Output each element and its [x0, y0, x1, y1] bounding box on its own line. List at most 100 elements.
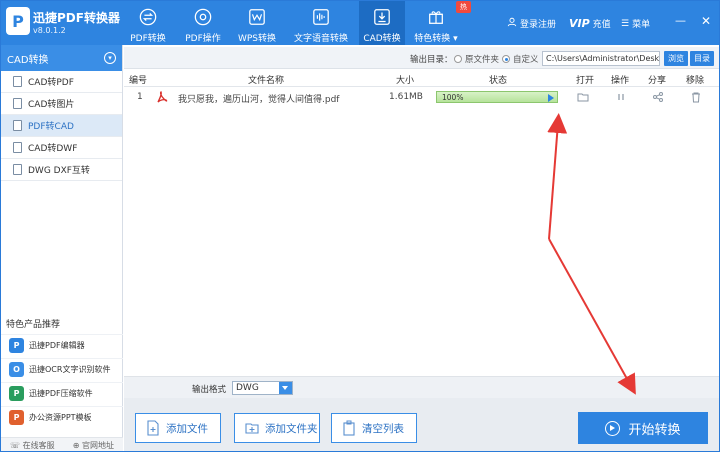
tab-label: WPS转换: [237, 34, 277, 44]
table-row[interactable]: 1 我只愿我，遍历山河，觉得人间值得.pdf 1.61MB 100%: [124, 88, 719, 108]
ocr-icon: O: [9, 362, 24, 377]
login-button[interactable]: 登录注册: [507, 17, 556, 30]
col-share: 分享: [648, 76, 667, 86]
pdf-editor-icon: P: [9, 338, 24, 353]
clear-list-label: 清空列表: [362, 422, 404, 435]
promo-ppt[interactable]: P 办公资源PPT模板: [1, 406, 123, 428]
output-directory-bar: 输出目录： 原文件夹 自定义 C:\Users\Administrator\De…: [124, 47, 719, 69]
globe-icon: ⊕: [72, 441, 80, 450]
close-icon: ✕: [701, 14, 712, 28]
add-file-icon: [147, 420, 159, 436]
output-label: 输出目录：: [410, 55, 453, 65]
vip-recharge-button[interactable]: VIP 充值: [569, 17, 611, 30]
format-label: 输出格式: [192, 385, 227, 395]
format-value: DWG: [236, 383, 259, 393]
document-icon: [13, 142, 22, 153]
tab-pdf-convert[interactable]: PDF转换: [127, 1, 169, 45]
tab-pdf-operate[interactable]: PDF操作: [182, 1, 224, 45]
login-label: 登录注册: [520, 20, 557, 30]
browse-button[interactable]: 浏览: [664, 51, 688, 66]
tab-label: 文字语音转换: [293, 34, 348, 44]
radio-original-folder[interactable]: 原文件夹: [454, 53, 499, 65]
trash-icon[interactable]: [690, 91, 702, 103]
menu-icon: ☰: [621, 18, 630, 29]
tab-label: CAD转换: [363, 34, 401, 44]
document-icon: [13, 120, 22, 131]
title-bar: P 迅捷PDF转换器 v8.0.1.2 PDF转换 PDF操作 WPS转换 文字: [1, 1, 719, 45]
user-icon: [507, 17, 517, 30]
ppt-icon: P: [9, 410, 24, 425]
format-bar: 输出格式 DWG: [124, 376, 719, 398]
play-icon[interactable]: [548, 94, 554, 102]
sidebar-item-label: CAD转PDF: [28, 78, 74, 88]
download-box-icon: [372, 7, 392, 27]
sidebar-item-label: PDF转CAD: [28, 122, 74, 132]
sidebar-item-label: CAD转DWF: [28, 144, 78, 154]
promo-pdf-editor[interactable]: P 迅捷PDF编辑器: [1, 334, 123, 356]
sidebar: CAD转换 ▾ CAD转PDF CAD转图片 PDF转CAD CAD转DWF D…: [1, 45, 123, 451]
sidebar-item-cad-to-image[interactable]: CAD转图片: [1, 93, 122, 115]
open-directory-button[interactable]: 目录: [690, 51, 714, 66]
promo-compress[interactable]: P 迅捷PDF压缩软件: [1, 382, 123, 404]
sidebar-header[interactable]: CAD转换 ▾: [1, 45, 122, 71]
compress-icon: P: [9, 386, 24, 401]
promo-ocr[interactable]: O 迅捷OCR文字识别软件: [1, 358, 123, 380]
tab-text-speech[interactable]: 文字语音转换: [291, 1, 351, 45]
sidebar-item-label: DWG DXF互转: [28, 166, 90, 176]
output-path-input[interactable]: C:\Users\Administrator\Desktop: [542, 51, 660, 66]
close-button[interactable]: ✕: [701, 14, 711, 28]
row-index: 1: [137, 92, 143, 102]
sidebar-footer: ☏ 在线客服 ⊕ 官网地址: [1, 437, 123, 451]
action-footer: 添加文件 添加文件夹 清空列表 开始转换: [124, 398, 719, 451]
promo-label: 办公资源PPT模板: [29, 413, 92, 422]
add-folder-button[interactable]: 添加文件夹: [234, 413, 320, 443]
add-folder-icon: [245, 423, 259, 434]
document-icon: [13, 76, 22, 87]
tab-label: PDF操作: [185, 34, 221, 44]
pause-icon[interactable]: [615, 91, 627, 103]
recharge-label: 充值: [592, 20, 611, 30]
audio-wave-icon: [311, 7, 331, 27]
sidebar-item-cad-to-dwf[interactable]: CAD转DWF: [1, 137, 122, 159]
app-version: v8.0.1.2: [33, 26, 66, 35]
chevron-down-icon: ▾: [453, 34, 458, 44]
sidebar-item-dwg-dxf[interactable]: DWG DXF互转: [1, 159, 122, 181]
radio-checked-icon: [502, 55, 510, 63]
sidebar-item-label: CAD转图片: [28, 100, 75, 110]
add-file-button[interactable]: 添加文件: [135, 413, 221, 443]
start-convert-label: 开始转换: [628, 422, 681, 438]
official-site-link[interactable]: ⊕ 官网地址: [73, 440, 114, 451]
minimize-button[interactable]: —: [675, 14, 686, 27]
start-convert-button[interactable]: 开始转换: [578, 412, 708, 444]
wps-icon: [247, 7, 267, 27]
promo-label: 迅捷OCR文字识别软件: [29, 365, 111, 374]
app-name: 迅捷PDF转换器: [33, 11, 120, 25]
chevron-down-icon: ▾: [104, 52, 116, 64]
chevron-down-icon: [279, 382, 292, 394]
table-header: 编号 文件名称 大小 状态 打开 操作 分享 移除: [124, 70, 719, 87]
radio-custom-folder[interactable]: 自定义: [502, 53, 539, 65]
pdf-file-icon: [157, 90, 168, 103]
open-folder-icon[interactable]: [577, 91, 589, 103]
status-progress-bar: 100%: [436, 91, 558, 103]
tab-label: 特色转换 ▾: [414, 34, 458, 44]
format-select[interactable]: DWG: [232, 381, 293, 395]
gift-icon: [426, 7, 446, 27]
online-service-link[interactable]: ☏ 在线客服: [10, 440, 55, 451]
clear-list-button[interactable]: 清空列表: [331, 413, 417, 443]
menu-button[interactable]: ☰ 菜单: [621, 17, 650, 31]
swap-icon: [138, 7, 158, 27]
tab-cad-convert[interactable]: CAD转换: [359, 1, 405, 45]
col-remove: 移除: [686, 76, 705, 86]
share-icon[interactable]: [652, 91, 664, 103]
app-window: P 迅捷PDF转换器 v8.0.1.2 PDF转换 PDF操作 WPS转换 文字: [0, 0, 720, 452]
tab-special-convert[interactable]: 特色转换 ▾ 热: [413, 1, 471, 45]
play-circle-icon: [605, 420, 621, 436]
col-open: 打开: [576, 76, 595, 86]
sidebar-item-pdf-to-cad[interactable]: PDF转CAD: [1, 115, 122, 137]
sidebar-item-cad-to-pdf[interactable]: CAD转PDF: [1, 71, 122, 93]
promo-label: 迅捷PDF压缩软件: [29, 389, 93, 398]
tab-wps-convert[interactable]: WPS转换: [235, 1, 279, 45]
col-filename: 文件名称: [248, 76, 285, 86]
col-status: 状态: [489, 76, 508, 86]
